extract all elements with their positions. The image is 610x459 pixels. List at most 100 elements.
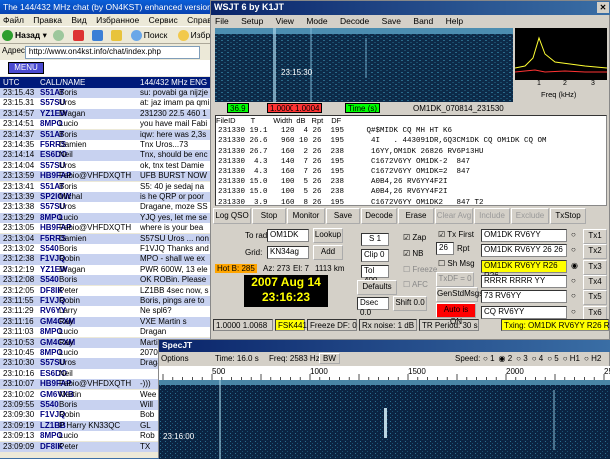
search-button[interactable]: Поиск (130, 30, 172, 42)
tx-radio-5[interactable]: ○ (571, 291, 576, 300)
wsjt-menu-mode[interactable]: Mode (306, 16, 327, 26)
speed-radio-h2[interactable]: ○ H2 (584, 354, 601, 363)
decode-line[interactable]: 231330 26.6 960 10 26 195 4I . 443091DR,… (216, 136, 606, 146)
address-input[interactable]: http://www.on4kst.info/chat/index.php (24, 46, 200, 59)
browser-menu-edit[interactable]: Правка (33, 15, 62, 25)
speed-radio-2[interactable]: ◉ 2 (499, 354, 513, 363)
bw-button[interactable]: BW (319, 353, 340, 364)
decode-line[interactable]: 231330 26.7 160 2 26 238 16YY,OM1DK 2682… (216, 147, 606, 157)
tx-radio-1[interactable]: ○ (571, 230, 576, 239)
decode-line[interactable]: 231330 4.3 140 7 26 195 C1672V6YY OM1DK-… (216, 157, 606, 167)
btn-decode[interactable]: Decode (361, 208, 397, 224)
forward-button[interactable] (53, 30, 66, 42)
tx-radio-2[interactable]: ○ (571, 245, 576, 254)
wsjt-menu-setup[interactable]: Setup (241, 16, 263, 26)
tx-message-3[interactable]: OM1DK RV6YY R26 R26 (481, 259, 567, 280)
freq-scale-graphic: 500 1000 1500 2000 2500 (162, 367, 610, 380)
chat-menu-button[interactable]: MENU (8, 62, 44, 74)
tx-button-1[interactable]: Tx1 (583, 229, 607, 244)
tx-message-5[interactable]: 73 RV6YY (481, 290, 567, 304)
decode-line[interactable]: 231330 4.3 160 7 26 195 C1672V6YY OM1DK=… (216, 167, 606, 177)
tx-message-2[interactable]: OM1DK RV6YY 26 26 (481, 244, 567, 258)
sh-msg-checkbox[interactable]: ☐ Sh Msg (438, 259, 475, 268)
btn-clear-avg[interactable]: Clear Avg (435, 208, 473, 224)
shift-button[interactable]: Shift 0.0 (393, 296, 427, 311)
decode-line[interactable]: 231330 15.0 100 5 26 238 A0B4,26 RV6YY4F… (216, 187, 606, 197)
wsjt-menu-save[interactable]: Save (382, 16, 401, 26)
chat-message: MPO - shall we ex (140, 254, 205, 264)
lookup-button[interactable]: Lookup (313, 228, 343, 243)
auto-button[interactable]: Auto is ON (436, 303, 476, 326)
chat-callsign[interactable]: S540 (40, 400, 59, 410)
to-radio-input[interactable]: OM1DK (267, 229, 309, 242)
nb-checkbox[interactable]: ☑ NB (403, 249, 424, 258)
decoded-text-area[interactable]: FileID T Width dB Rpt DF 231330 19.1 120 4 26… (215, 115, 607, 206)
tx-radio-3[interactable]: ◉ (571, 261, 578, 270)
dsec-input[interactable]: Dsec 0.0 (357, 297, 389, 317)
browser-menu-favorites[interactable]: Избранное (96, 15, 139, 25)
clip-input[interactable]: Clip 0 (361, 249, 389, 262)
defaults-button[interactable]: Defaults (357, 280, 397, 295)
tx-radio-4[interactable]: ○ (571, 276, 576, 285)
zap-checkbox[interactable]: ☑ Zap (403, 233, 426, 242)
afc-checkbox[interactable]: ☐ AFC (403, 280, 428, 289)
home-button[interactable] (111, 30, 124, 42)
btn-erase[interactable]: Erase (398, 208, 434, 224)
btn-monitor[interactable]: Monitor (287, 208, 325, 224)
wsjt-waterfall[interactable]: 23:15:30 (215, 28, 513, 102)
btn-exclude[interactable]: Exclude (511, 208, 549, 224)
grid-input[interactable]: KN34ag (267, 246, 309, 259)
decode-line[interactable]: 231330 19.1 120 4 26 195 Q#$MIDK CQ MH H… (216, 126, 606, 136)
speed-radio-3[interactable]: ○ 3 (516, 354, 528, 363)
chat-callsign[interactable]: S540 (40, 244, 59, 254)
wsjt-menu-help[interactable]: Help (446, 16, 463, 26)
options-menu[interactable]: Options (161, 354, 189, 363)
s-input[interactable]: S 1 (361, 233, 389, 246)
specjt-waterfall[interactable]: 23:16:00 (159, 380, 610, 459)
speed-radio-h1[interactable]: ○ H1 (563, 354, 580, 363)
chat-callsign[interactable]: S540 (40, 275, 59, 285)
speed-radio-5[interactable]: ○ 5 (547, 354, 559, 363)
afc-label: AFC (411, 280, 428, 289)
txdf-button[interactable]: TxDF = 0 (436, 272, 474, 287)
close-icon[interactable]: ✕ (597, 2, 609, 13)
tx-button-2[interactable]: Tx2 (583, 244, 607, 260)
btn-stop[interactable]: Stop (252, 208, 286, 224)
rpt-input[interactable]: 26 (436, 242, 454, 255)
gen-std-msgs-button[interactable]: GenStdMsgs (436, 287, 483, 302)
tx-message-4[interactable]: RRRR RRRR YY (481, 274, 567, 288)
wsjt-menu-decode[interactable]: Decode (340, 16, 369, 26)
browser-menu-tools[interactable]: Сервис (149, 15, 178, 25)
tx-button-5[interactable]: Tx5 (583, 290, 607, 306)
speed-radio-1[interactable]: ○ 1 (483, 354, 495, 363)
browser-menu-help[interactable]: Справка (187, 15, 212, 25)
browser-menu-file[interactable]: Файл (3, 15, 24, 25)
chat-time: 23:12:19 (3, 264, 35, 274)
tx-button-3[interactable]: Tx3 (583, 259, 607, 275)
browser-menu-view[interactable]: Вид (71, 15, 86, 25)
tx-radio-6[interactable]: ○ (571, 307, 576, 316)
freeze-checkbox[interactable]: ☐ Freeze (403, 265, 437, 274)
tol-input[interactable]: Tol 400 (361, 265, 389, 285)
decode-line[interactable]: 231330 3.9 160 8 26 195 C1672V6YY OM1DK2… (216, 198, 606, 205)
tx-first-checkbox[interactable]: ☑ Tx First (438, 230, 474, 239)
favorites-button[interactable]: Избр (177, 30, 212, 42)
tx-message-1[interactable]: OM1DK RV6YY (481, 229, 567, 242)
refresh-button[interactable] (91, 30, 105, 42)
decode-line[interactable]: 231330 15.0 100 5 26 238 A0B4,26 RV6YY4F… (216, 177, 606, 187)
add-button[interactable]: Add (313, 245, 343, 260)
wsjt-menu-view[interactable]: View (276, 16, 294, 26)
btn-save[interactable]: Save (326, 208, 360, 224)
stop-button[interactable] (72, 30, 86, 42)
tx-message-6[interactable]: CQ RV6YY (481, 305, 567, 319)
tx-button-4[interactable]: Tx4 (583, 274, 607, 290)
btn-include[interactable]: Include (474, 208, 510, 224)
speed-radio-4[interactable]: ○ 4 (532, 354, 544, 363)
chat-time: 23:13:04 (3, 233, 35, 243)
wsjt-menu-file[interactable]: File (215, 16, 229, 26)
back-button[interactable]: Назад ▾ (2, 30, 47, 42)
btn-log-qso[interactable]: Log QSO (213, 208, 251, 224)
wsjt-menu-band[interactable]: Band (413, 16, 433, 26)
star-icon (177, 30, 189, 42)
btn-txstop[interactable]: TxStop (550, 208, 586, 224)
